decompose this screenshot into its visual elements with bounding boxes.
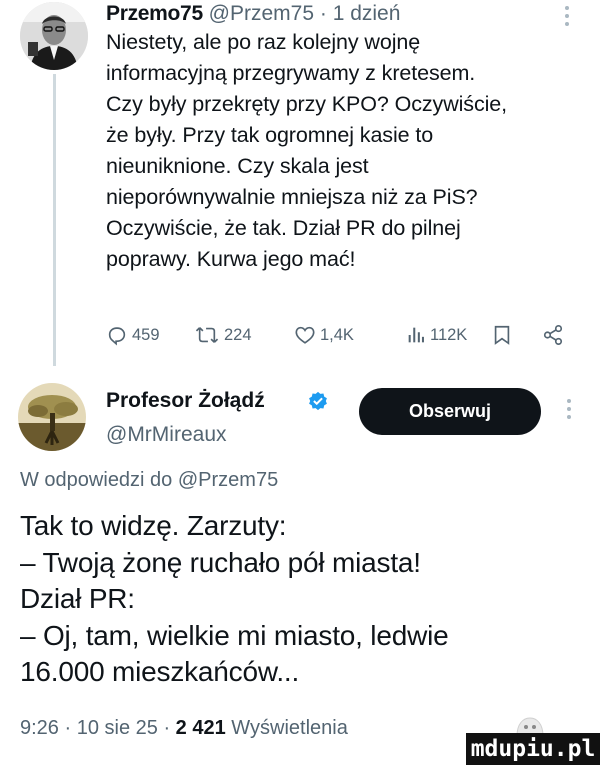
tweet2-views-count: 2 421 xyxy=(175,717,226,739)
retweet-icon xyxy=(195,327,219,343)
tweet2-time[interactable]: 9:26 xyxy=(20,717,59,739)
watermark-logo: mdupiu.pl xyxy=(466,733,600,765)
tweet2-sep1: · xyxy=(58,717,77,739)
tweet2-more-icon[interactable] xyxy=(562,399,576,425)
share-button[interactable] xyxy=(542,318,564,352)
like-icon xyxy=(295,326,315,344)
reply-context: W odpowiedzi do @Przem75 xyxy=(20,466,278,494)
tweet1-text: Niestety, ale po raz kolejny wojnę infor… xyxy=(106,30,508,271)
tweet2-author-name[interactable]: Profesor Żołądź xyxy=(106,386,265,416)
thread-connector-line xyxy=(53,74,56,366)
reply-icon xyxy=(108,327,126,346)
tweet2-text: Tak to widzę. Zarzuty: – Twoją żonę ruch… xyxy=(20,510,449,687)
tweet1-time[interactable]: 1 dzień xyxy=(333,2,401,25)
reply-button[interactable]: 459 xyxy=(106,318,160,352)
views-button[interactable]: 112K xyxy=(406,318,467,352)
views-icon xyxy=(408,327,424,343)
tweet1-header: Przemo75 @Przem75 · 1 dzień xyxy=(106,0,400,28)
tweet2-sep2: · xyxy=(157,717,176,739)
tweet2-author-handle[interactable]: @MrMireaux xyxy=(106,420,227,450)
like-button[interactable]: 1,4K xyxy=(294,318,354,352)
retweet-button[interactable]: 224 xyxy=(194,318,252,352)
bookmark-button[interactable] xyxy=(492,318,512,352)
like-count: 1,4K xyxy=(320,325,354,344)
follow-button[interactable]: Obserwuj xyxy=(359,388,541,435)
tweet1-separator: · xyxy=(314,2,333,25)
avatar-przemo75[interactable] xyxy=(20,2,88,70)
verified-badge-icon xyxy=(308,391,328,411)
share-icon xyxy=(543,325,563,345)
avatar-profesor-zoladz[interactable] xyxy=(18,383,86,451)
tweet1-author-name[interactable]: Przemo75 xyxy=(106,2,203,25)
reply-mention-link[interactable]: @Przem75 xyxy=(178,469,278,491)
bookmark-icon xyxy=(494,325,510,345)
tweet1-author-handle[interactable]: @Przem75 xyxy=(209,2,314,25)
tweet2-views-label: Wyświetlenia xyxy=(231,717,348,739)
views-count: 112K xyxy=(430,325,468,344)
reply-count: 459 xyxy=(132,325,160,344)
retweet-count: 224 xyxy=(224,325,252,344)
tweet1-action-bar: 459 224 1,4K 112K xyxy=(106,318,576,352)
tweet2-metadata: 9:26 · 10 sie 25 · 2 421 Wyświetlenia xyxy=(20,714,348,742)
reply-prefix: W odpowiedzi do xyxy=(20,469,178,491)
tweet2-date[interactable]: 10 sie 25 xyxy=(77,717,158,739)
